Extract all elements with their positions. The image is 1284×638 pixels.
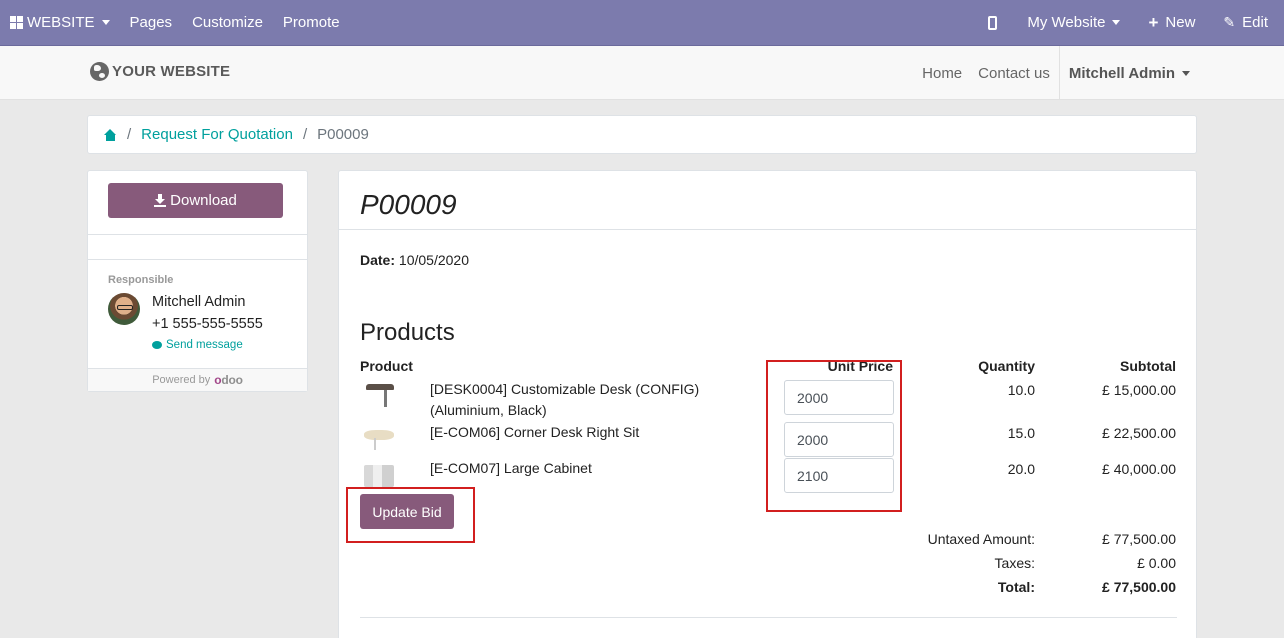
download-label: Download bbox=[170, 192, 237, 209]
website-admin-bar: WEBSITE Pages Customize Promote My Websi… bbox=[0, 0, 1284, 46]
products-heading: Products bbox=[360, 319, 455, 346]
total-label: Total: bbox=[997, 579, 1035, 595]
avatar bbox=[108, 293, 140, 325]
edit-button[interactable]: ✎ Edit bbox=[1205, 0, 1278, 46]
breadcrumb-separator: / bbox=[127, 126, 132, 143]
site-logo-text: YOUR WEBSITE bbox=[112, 63, 231, 80]
date-value: 10/05/2020 bbox=[398, 252, 469, 268]
total-value: £ 77,500.00 bbox=[1102, 579, 1176, 595]
download-icon bbox=[154, 194, 167, 207]
column-header-product: Product bbox=[360, 358, 413, 374]
mobile-phone-icon bbox=[988, 15, 998, 30]
powered-by-label: Powered by bbox=[152, 374, 211, 386]
promote-menu[interactable]: Promote bbox=[273, 0, 350, 46]
nav-home[interactable]: Home bbox=[914, 65, 970, 82]
product-image-desk bbox=[360, 381, 396, 411]
date-label: Date: bbox=[360, 252, 396, 268]
subtotal-value: £ 15,000.00 bbox=[1102, 382, 1176, 398]
product-name: [DESK0004] Customizable Desk (CONFIG) (A… bbox=[430, 381, 700, 418]
globe-icon bbox=[90, 62, 109, 81]
responsible-name: Mitchell Admin bbox=[152, 294, 246, 310]
send-message-label: Send message bbox=[166, 339, 243, 351]
apps-grid-icon bbox=[10, 16, 23, 29]
send-message-link[interactable]: Send message bbox=[152, 339, 243, 351]
new-content-button[interactable]: + New bbox=[1130, 0, 1205, 46]
main-nav: Home Contact us Mitchell Admin bbox=[914, 46, 1190, 100]
update-bid-highlight bbox=[346, 487, 475, 543]
caret-down-icon bbox=[1112, 20, 1121, 25]
responsible-phone: +1 555-555-5555 bbox=[152, 316, 263, 332]
my-website-label: My Website bbox=[1027, 14, 1106, 31]
home-icon[interactable] bbox=[104, 128, 117, 141]
breadcrumb-current: P00009 bbox=[317, 126, 369, 143]
quantity-value: 10.0 bbox=[1007, 382, 1035, 398]
caret-down-icon bbox=[101, 20, 110, 25]
date-row: Date: 10/05/2020 bbox=[360, 252, 469, 268]
site-logo[interactable]: YOUR WEBSITE bbox=[90, 62, 230, 81]
divider bbox=[339, 229, 1196, 230]
edit-label: Edit bbox=[1242, 14, 1268, 31]
pages-menu[interactable]: Pages bbox=[120, 0, 183, 46]
taxes-label: Taxes: bbox=[994, 555, 1035, 571]
page-title: P00009 bbox=[360, 189, 457, 220]
user-name: Mitchell Admin bbox=[1068, 64, 1175, 82]
download-button[interactable]: Download bbox=[108, 183, 283, 218]
new-label: New bbox=[1165, 14, 1196, 31]
plus-icon: + bbox=[1148, 12, 1159, 32]
quantity-value: 20.0 bbox=[1007, 461, 1035, 477]
caret-down-icon bbox=[1182, 70, 1190, 76]
breadcrumb: / Request For Quotation / P00009 bbox=[87, 115, 1197, 154]
unit-price-highlight bbox=[766, 360, 902, 512]
breadcrumb-separator: / bbox=[302, 126, 308, 143]
product-name: [E-COM06] Corner Desk Right Sit bbox=[430, 424, 640, 440]
breadcrumb-rfq-link[interactable]: Request For Quotation bbox=[141, 126, 293, 143]
untaxed-amount-label: Untaxed Amount: bbox=[927, 531, 1035, 547]
divider bbox=[88, 234, 307, 235]
subtotal-value: £ 40,000.00 bbox=[1102, 461, 1176, 477]
nav-contact-us[interactable]: Contact us bbox=[970, 65, 1058, 82]
quantity-value: 15.0 bbox=[1007, 425, 1035, 441]
odoo-logo[interactable]: odoo bbox=[214, 373, 243, 387]
pencil-icon: ✎ bbox=[1223, 14, 1236, 30]
divider bbox=[360, 617, 1177, 618]
powered-by-footer: Powered by odoo bbox=[88, 368, 307, 391]
sidebar-card: Download Responsible Mitchell Admin +1 5… bbox=[87, 170, 308, 392]
customize-menu[interactable]: Customize bbox=[182, 0, 273, 46]
mobile-preview-button[interactable] bbox=[978, 0, 1017, 46]
column-header-quantity: Quantity bbox=[978, 358, 1035, 374]
subtotal-value: £ 22,500.00 bbox=[1102, 425, 1176, 441]
taxes-value: £ 0.00 bbox=[1137, 555, 1176, 571]
responsible-label: Responsible bbox=[108, 274, 174, 286]
website-menu-toggle[interactable]: WEBSITE bbox=[0, 0, 120, 46]
my-website-dropdown[interactable]: My Website bbox=[1017, 0, 1130, 46]
website-header: YOUR WEBSITE Home Contact us Mitchell Ad… bbox=[0, 46, 1284, 100]
website-menu-label: WEBSITE bbox=[27, 14, 95, 31]
chat-bubble-icon bbox=[152, 341, 162, 349]
untaxed-amount-value: £ 77,500.00 bbox=[1102, 531, 1176, 547]
product-image-corner-desk bbox=[360, 424, 396, 454]
user-menu[interactable]: Mitchell Admin bbox=[1058, 46, 1190, 100]
product-name: [E-COM07] Large Cabinet bbox=[430, 460, 592, 476]
divider bbox=[88, 259, 307, 260]
column-header-subtotal: Subtotal bbox=[1120, 358, 1176, 374]
